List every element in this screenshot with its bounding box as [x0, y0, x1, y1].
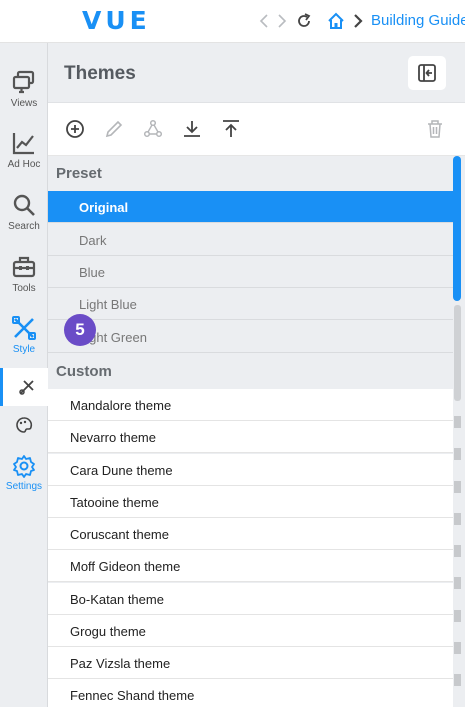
scroll-marker: [454, 545, 461, 557]
edit-icon: [105, 120, 123, 138]
upload-theme-button[interactable]: [220, 118, 242, 140]
custom-theme-item[interactable]: Moff Gideon theme: [48, 550, 453, 582]
scroll-marker: [454, 610, 461, 622]
scroll-marker: [454, 674, 461, 686]
upload-icon: [223, 120, 239, 137]
themes-panel: Themes Preset Original Dark Blue Light B…: [48, 43, 465, 707]
scrollbar-secondary: [454, 305, 461, 401]
edit-theme-button[interactable]: [103, 118, 125, 140]
scroll-marker: [454, 577, 461, 589]
toolbox-icon: [12, 256, 36, 278]
collapse-panel-icon: [418, 64, 436, 82]
section-preset: Preset: [48, 156, 453, 191]
scroll-marker: [454, 481, 461, 493]
chevron-right-icon: [354, 14, 363, 28]
custom-theme-label: Cara Dune theme: [70, 463, 173, 478]
gear-icon: [13, 455, 35, 478]
theme-item-light-blue[interactable]: Light Blue: [48, 288, 453, 320]
rail-label-adhoc: Ad Hoc: [7, 159, 41, 170]
custom-theme-item[interactable]: Paz Vizsla theme: [48, 647, 453, 679]
panel-header: Themes: [48, 43, 465, 103]
rail-item-tools[interactable]: Tools: [0, 254, 48, 294]
section-custom: Custom: [48, 354, 453, 389]
collapse-panel-button[interactable]: [408, 56, 446, 90]
custom-theme-label: Mandalore theme: [70, 398, 172, 413]
share-icon: [143, 119, 163, 138]
rail-label-style: Style: [12, 344, 36, 355]
rail-label-views: Views: [10, 98, 38, 109]
custom-theme-item[interactable]: Mandalore theme: [48, 389, 453, 421]
theme-item-blue[interactable]: Blue: [48, 256, 453, 288]
theme-item-label: Blue: [79, 265, 106, 280]
download-theme-button[interactable]: [181, 118, 203, 140]
theme-item-label: Original: [79, 200, 129, 215]
scroll-marker: [454, 513, 461, 525]
custom-theme-item[interactable]: Coruscant theme: [48, 518, 453, 550]
custom-theme-item[interactable]: Tatooine theme: [48, 486, 453, 518]
section-preset-label: Preset: [56, 165, 102, 182]
theme-item-light-green[interactable]: Light Green: [48, 321, 453, 353]
scroll-marker: [454, 448, 461, 460]
rail-sub-themes[interactable]: [0, 368, 48, 406]
rail-item-search[interactable]: Search: [0, 192, 48, 232]
custom-theme-item[interactable]: Fennec Shand theme: [48, 679, 453, 707]
rail-label-search: Search: [8, 221, 40, 232]
palette-icon: [16, 417, 33, 433]
add-icon: [66, 120, 84, 138]
theme-item-original[interactable]: Original: [48, 191, 453, 223]
custom-theme-label: Fennec Shand theme: [70, 688, 195, 703]
delete-icon: [428, 120, 442, 138]
rail-item-settings[interactable]: Settings: [0, 454, 48, 492]
custom-theme-label: Grogu theme: [70, 624, 146, 639]
back-icon[interactable]: [255, 11, 273, 31]
custom-theme-label: Nevarro theme: [70, 430, 156, 445]
step-badge: 5: [64, 314, 96, 346]
download-icon: [184, 121, 200, 137]
themes-list: Preset Original Dark Blue Light Blue Lig…: [48, 156, 453, 707]
scrollbar-thumb[interactable]: [453, 156, 461, 301]
custom-theme-item[interactable]: Nevarro theme: [48, 421, 453, 453]
app-logo: VUE: [82, 6, 151, 35]
theme-item-dark[interactable]: Dark: [48, 224, 453, 256]
theme-item-label: Dark: [79, 233, 107, 248]
forward-icon[interactable]: [273, 11, 291, 31]
rail-item-adhoc[interactable]: Ad Hoc: [0, 130, 48, 170]
scroll-marker: [454, 416, 461, 428]
rail-item-views[interactable]: Views: [0, 69, 48, 109]
rail-label-settings: Settings: [5, 481, 43, 492]
custom-theme-label: Paz Vizsla theme: [70, 656, 171, 671]
delete-theme-button[interactable]: [424, 118, 446, 140]
app-window: VUE Building Guide Views Ad Hoc Search T…: [0, 0, 465, 707]
theme-item-label: Light Blue: [79, 297, 137, 312]
search-icon: [13, 194, 35, 216]
custom-theme-label: Moff Gideon theme: [70, 559, 181, 574]
custom-theme-item[interactable]: Cara Dune theme: [48, 454, 453, 486]
custom-theme-item[interactable]: Bo-Katan theme: [48, 583, 453, 615]
rail-item-style[interactable]: Style: [0, 315, 48, 355]
top-bar: VUE Building Guide: [0, 0, 465, 43]
chart-line-icon: [12, 133, 34, 155]
themes-toolbar: [48, 103, 465, 156]
add-theme-button[interactable]: [64, 118, 86, 140]
brush-ruler-icon: [19, 380, 34, 395]
scroll-marker: [454, 642, 461, 654]
left-rail: Views Ad Hoc Search Tools Style Settings: [0, 43, 48, 707]
custom-theme-label: Coruscant theme: [70, 527, 169, 542]
rail-sub-palette[interactable]: [0, 406, 48, 444]
style-tools-icon: [12, 316, 36, 340]
refresh-icon[interactable]: [295, 11, 313, 31]
page-title: Themes: [64, 63, 136, 84]
custom-theme-label: Bo-Katan theme: [70, 592, 164, 607]
custom-theme-label: Tatooine theme: [70, 495, 159, 510]
section-custom-label: Custom: [56, 363, 112, 380]
views-icon: [12, 70, 35, 94]
share-theme-button[interactable]: [142, 118, 164, 140]
rail-label-tools: Tools: [12, 283, 36, 294]
home-icon[interactable]: [326, 11, 346, 31]
custom-theme-item[interactable]: Grogu theme: [48, 615, 453, 647]
breadcrumb[interactable]: Building Guide: [371, 12, 465, 29]
